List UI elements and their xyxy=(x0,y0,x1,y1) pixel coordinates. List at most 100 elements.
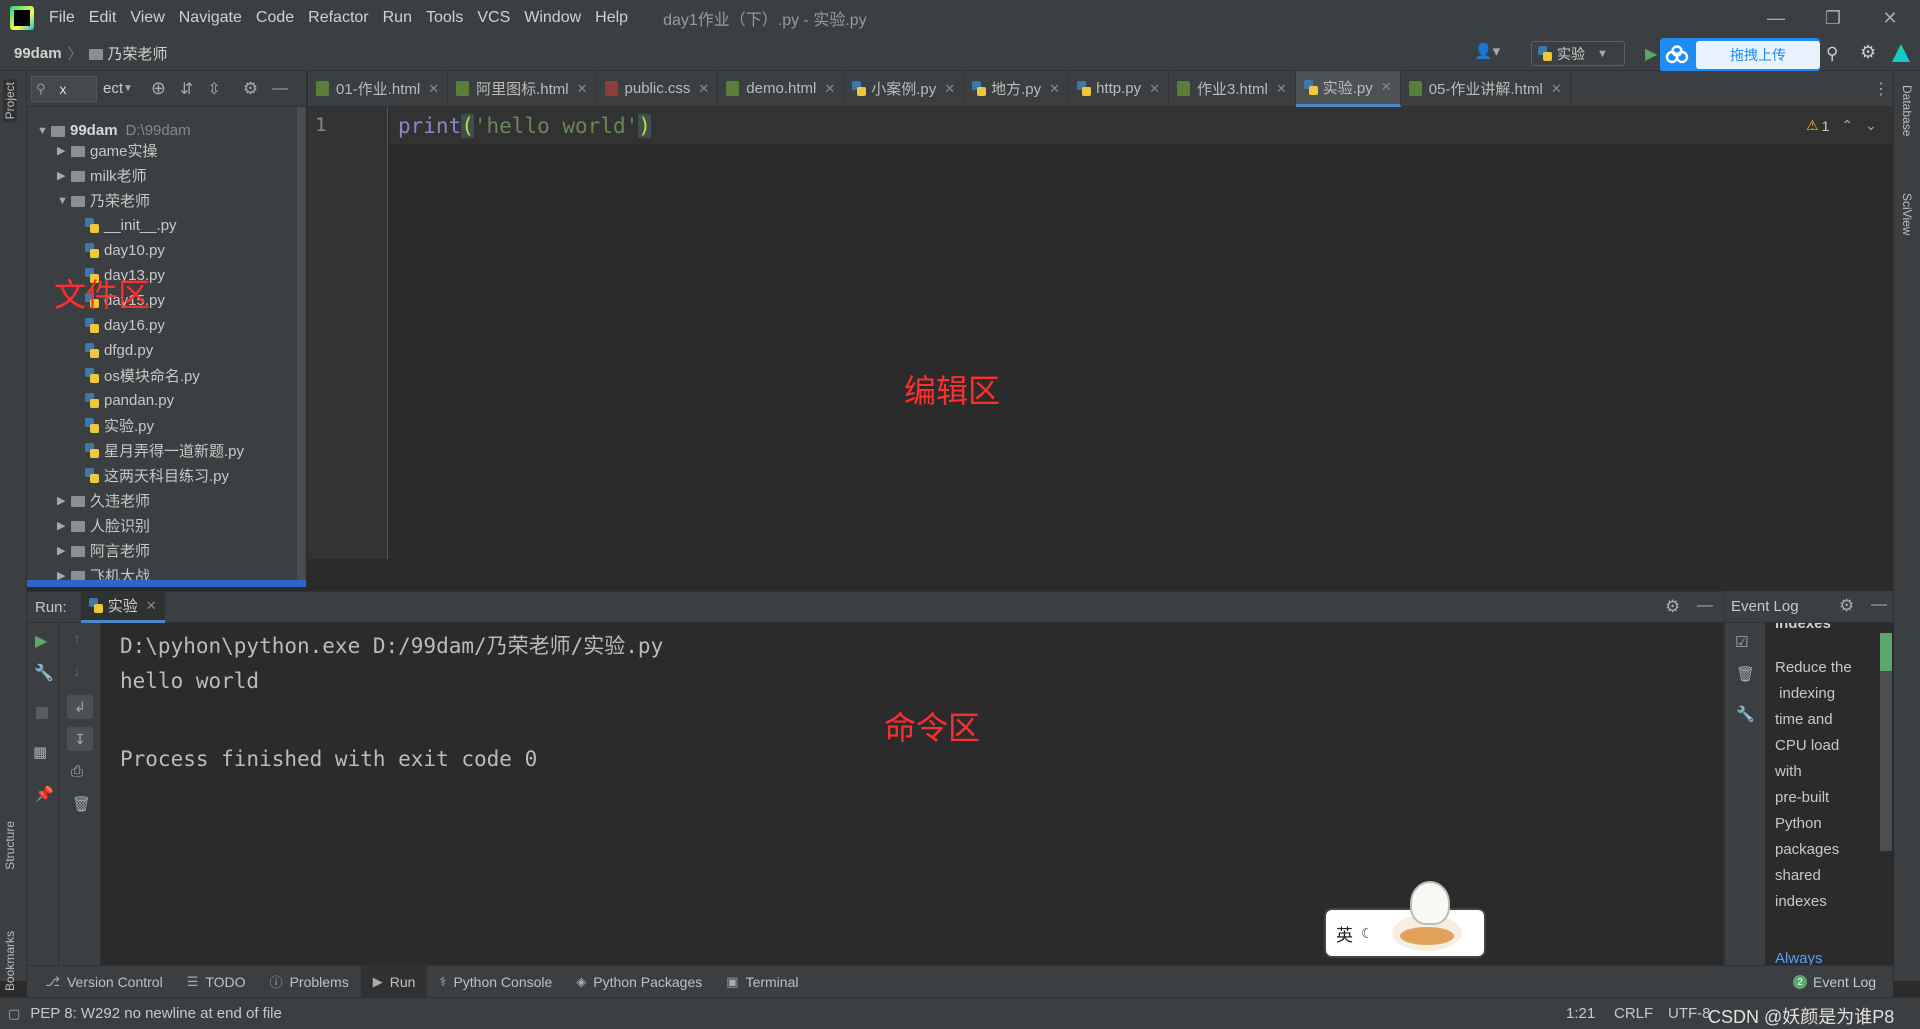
run-tab[interactable]: 实验 ✕ xyxy=(80,591,165,623)
close-icon[interactable]: ✕ xyxy=(1551,81,1562,97)
close-icon[interactable]: ✕ xyxy=(1049,81,1060,97)
soft-wrap-icon[interactable]: ↲ xyxy=(67,695,93,719)
chevron-down-icon[interactable]: ▼ xyxy=(57,195,71,207)
run-config-select[interactable]: 实验 ▼ xyxy=(1531,41,1625,66)
upload-widget[interactable]: 拖拽上传 xyxy=(1660,38,1820,72)
menu-window[interactable]: Window xyxy=(517,9,588,27)
hide-icon[interactable]: — xyxy=(1871,596,1887,614)
arrow-down-icon[interactable]: ↓ xyxy=(73,663,81,681)
run-icon[interactable]: ▶ xyxy=(1645,44,1657,64)
locate-icon[interactable]: ⊕ xyxy=(151,78,166,99)
structure-tool-tab[interactable]: Structure xyxy=(3,821,17,870)
code-line[interactable]: print('hello world') xyxy=(398,114,651,138)
editor-tab[interactable]: 05-作业讲解.html ✕ xyxy=(1401,70,1571,107)
close-icon[interactable]: ✕ xyxy=(1381,79,1392,95)
upload-button[interactable]: 拖拽上传 xyxy=(1696,41,1820,69)
tree-file[interactable]: os模块命名.py xyxy=(85,363,200,388)
close-icon[interactable]: ✕ xyxy=(1276,81,1287,97)
close-icon[interactable]: ✕ xyxy=(146,598,157,614)
tree-file[interactable]: 实验.py xyxy=(85,413,154,438)
tree-file[interactable]: 这两天科目练习.py xyxy=(85,463,229,488)
menu-file[interactable]: File xyxy=(42,9,82,27)
inspection-widget[interactable]: ⚠ 1 ⌃ ⌄ xyxy=(1806,117,1877,134)
gear-icon[interactable]: ⚙ xyxy=(1665,597,1680,617)
bottom-tab[interactable]: ⎇ Version Control xyxy=(33,966,175,998)
close-window-button[interactable]: ✕ xyxy=(1862,0,1918,36)
editor-tab[interactable]: demo.html ✕ xyxy=(718,70,845,107)
cursor-position[interactable]: 1:21 xyxy=(1566,1005,1595,1022)
database-tool-tab[interactable]: Database xyxy=(1900,85,1914,136)
menu-run[interactable]: Run xyxy=(376,9,419,27)
trash-icon[interactable]: 🗑 xyxy=(72,795,91,813)
bookmarks-tool-tab[interactable]: Bookmarks xyxy=(3,931,17,991)
tree-folder[interactable]: ▶ 人脸识别 xyxy=(57,513,150,538)
project-view-select[interactable]: ect xyxy=(103,80,123,97)
editor-tab[interactable]: 01-作业.html ✕ xyxy=(308,70,449,107)
tree-folder[interactable]: ▶ 阿言老师 xyxy=(57,538,150,563)
close-icon[interactable]: ✕ xyxy=(1149,81,1160,97)
scroll-to-end-icon[interactable]: ↧ xyxy=(67,727,93,751)
breadcrumb-folder[interactable]: 乃荣老师 xyxy=(108,43,168,64)
tree-file[interactable]: day10.py xyxy=(85,238,165,263)
menu-help[interactable]: Help xyxy=(588,9,635,27)
project-search-box[interactable]: ⚲ x xyxy=(31,75,97,102)
bottom-tab[interactable]: ▣ Terminal xyxy=(714,966,810,998)
bottom-tab[interactable]: ⚕ Python Console xyxy=(427,966,564,998)
tree-folder[interactable]: ▶ 久违老师 xyxy=(57,488,150,513)
hide-icon[interactable]: — xyxy=(1697,597,1713,615)
menu-tools[interactable]: Tools xyxy=(419,9,470,27)
editor-tab[interactable]: 作业3.html ✕ xyxy=(1169,70,1296,107)
menu-refactor[interactable]: Refactor xyxy=(301,9,375,27)
tree-file[interactable]: pandan.py xyxy=(85,388,174,413)
close-icon[interactable]: ✕ xyxy=(698,81,709,97)
tree-file[interactable]: __init__.py xyxy=(85,213,177,238)
mark-read-icon[interactable]: ☑ xyxy=(1735,633,1748,651)
stop-icon[interactable] xyxy=(36,707,48,719)
menu-view[interactable]: View xyxy=(123,9,171,27)
event-log-scrollbar[interactable] xyxy=(1880,671,1892,851)
close-icon[interactable]: ✕ xyxy=(577,81,588,97)
collapse-all-icon[interactable]: ⇳ xyxy=(207,79,220,99)
print-icon[interactable]: ⎙ xyxy=(71,763,83,780)
tree-folder[interactable]: ▶ game实操 xyxy=(57,138,158,163)
close-icon[interactable]: ✕ xyxy=(944,81,955,97)
bottom-tab[interactable]: ◈ Python Packages xyxy=(564,966,714,998)
chevron-right-icon[interactable]: ▶ xyxy=(57,169,71,182)
event-log-tool-tab[interactable]: 2 Event Log xyxy=(1793,966,1876,998)
tree-folder[interactable]: ▶ milk老师 xyxy=(57,163,147,188)
gear-icon[interactable]: ⚙ xyxy=(1839,596,1854,616)
code-editor[interactable]: 1 print('hello world') ⚠ 1 ⌃ ⌄ xyxy=(308,107,1893,559)
editor-tab[interactable]: 小案例.py ✕ xyxy=(844,70,965,107)
status-message[interactable]: PEP 8: W292 no newline at end of file xyxy=(30,1005,282,1022)
menu-vcs[interactable]: VCS xyxy=(470,9,517,27)
project-tool-tab[interactable]: Project xyxy=(3,79,17,123)
tree-folder[interactable]: ▼ 乃荣老师 xyxy=(57,188,150,213)
pin-icon[interactable]: 📌 xyxy=(35,785,54,803)
chevron-down-icon[interactable]: ⌄ xyxy=(1865,117,1877,134)
editor-tab[interactable]: 实验.py ✕ xyxy=(1295,70,1401,107)
chevron-right-icon[interactable]: ▶ xyxy=(57,544,71,557)
bottom-tab[interactable]: ▶ Run xyxy=(360,965,428,998)
chevron-right-icon[interactable]: ▶ xyxy=(57,494,71,507)
close-icon[interactable]: ✕ xyxy=(824,81,835,97)
restore-button[interactable]: ❐ xyxy=(1805,0,1861,36)
ime-widget[interactable]: 英 ☾ xyxy=(1324,881,1486,958)
wrench-icon[interactable]: 🔧 xyxy=(34,663,54,683)
layout-icon[interactable]: ▦ xyxy=(33,743,47,761)
menu-edit[interactable]: Edit xyxy=(82,9,124,27)
editor-tab[interactable]: 阿里图标.html ✕ xyxy=(448,70,597,107)
status-toggle-icon[interactable]: ▢ xyxy=(8,1006,20,1022)
search-icon[interactable]: ⚲ xyxy=(1826,44,1838,64)
sciview-tool-tab[interactable]: SciView xyxy=(1900,193,1914,235)
bottom-tab[interactable]: ☰ TODO xyxy=(175,966,258,998)
rerun-icon[interactable]: ▶ xyxy=(35,631,47,651)
jetbrains-icon[interactable] xyxy=(1892,44,1910,62)
event-log-content[interactable]: indexes Reduce the indexing time and CPU l… xyxy=(1765,623,1894,965)
tree-file[interactable]: 星月弄得一道新题.py xyxy=(85,438,244,463)
wrench-icon[interactable]: 🔧 xyxy=(1736,705,1755,723)
editor-tab[interactable]: http.py ✕ xyxy=(1069,70,1169,107)
editor-tab[interactable]: 地方.py ✕ xyxy=(964,70,1070,107)
line-separator[interactable]: CRLF xyxy=(1614,1005,1653,1022)
breadcrumb-project[interactable]: 99dam xyxy=(14,45,62,62)
user-icon[interactable]: 👤▾ xyxy=(1474,42,1508,64)
